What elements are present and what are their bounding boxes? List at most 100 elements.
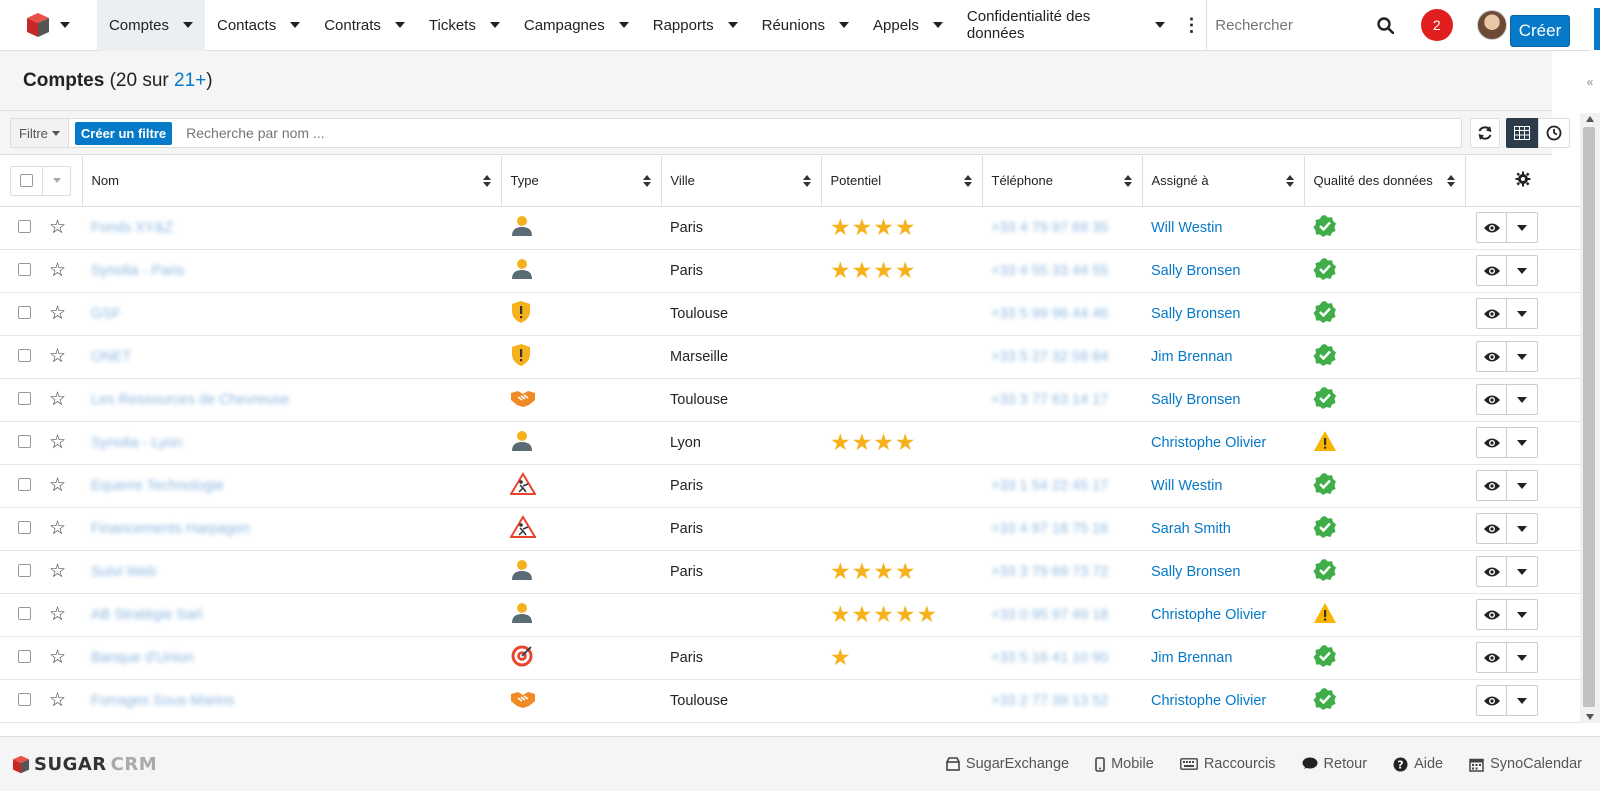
column-header-potentiel[interactable]: Potentiel — [821, 156, 983, 207]
scroll-up-icon[interactable] — [1586, 116, 1594, 122]
nav-item-confidentialite-des-donnees[interactable]: Confidentialité des données — [955, 0, 1177, 51]
create-button[interactable]: Créer — [1510, 15, 1570, 47]
list-scrollbar[interactable] — [1580, 113, 1600, 723]
column-header-ville[interactable]: Ville — [661, 156, 822, 207]
assigned-user-link[interactable]: Christophe Olivier — [1151, 607, 1266, 623]
favorite-star-icon[interactable]: ☆ — [49, 475, 66, 496]
column-settings-header[interactable] — [1465, 156, 1580, 207]
nav-item-campagnes[interactable]: Campagnes — [512, 0, 641, 51]
footer-link-retour[interactable]: Retour — [1302, 756, 1367, 772]
table-row[interactable]: ☆ Synolia - Lyon Lyon ★★★★ Christophe Olivie… — [0, 421, 1580, 465]
phone-link[interactable]: +33 3 77 63 14 17 — [991, 392, 1108, 408]
preview-button[interactable] — [1477, 256, 1507, 285]
nav-item-appels[interactable]: Appels — [861, 0, 955, 51]
phone-link[interactable]: +33 4 79 97 69 35 — [991, 220, 1108, 236]
account-name-link[interactable]: Forrages Sous-Marins — [91, 693, 234, 709]
row-select-checkbox[interactable] — [18, 263, 31, 276]
assigned-user-link[interactable]: Sally Bronsen — [1151, 392, 1240, 408]
footer-link-raccourcis[interactable]: Raccourcis — [1179, 756, 1276, 772]
column-header-telephone[interactable]: Téléphone — [982, 156, 1143, 207]
table-row[interactable]: ☆ Fonds XY&Z Paris ★★★★ +33 4 79 97 69 35 Wil… — [0, 206, 1580, 250]
column-header-nom[interactable]: Nom — [82, 156, 502, 207]
preview-button[interactable] — [1477, 557, 1507, 586]
table-row[interactable]: ☆ Synolia - Paris Paris ★★★★ +33 4 55 33 44 … — [0, 249, 1580, 293]
nav-item-tickets[interactable]: Tickets — [417, 0, 512, 51]
row-select-checkbox[interactable] — [18, 306, 31, 319]
favorite-star-icon[interactable]: ☆ — [49, 303, 66, 324]
collapse-sidebar-icon[interactable]: « — [1580, 51, 1600, 113]
preview-button[interactable] — [1477, 299, 1507, 328]
column-header-assigne-a[interactable]: Assigné à — [1142, 156, 1305, 207]
preview-button[interactable] — [1477, 428, 1507, 457]
row-select-checkbox[interactable] — [18, 607, 31, 620]
name-search-input[interactable] — [186, 125, 1087, 141]
favorite-star-icon[interactable]: ☆ — [49, 346, 66, 367]
row-actions-dropdown[interactable] — [1507, 514, 1537, 543]
phone-link[interactable]: +33 0 95 97 49 18 — [991, 607, 1108, 623]
row-select-checkbox[interactable] — [18, 693, 31, 706]
favorite-star-icon[interactable]: ☆ — [49, 561, 66, 582]
row-select-checkbox[interactable] — [18, 564, 31, 577]
row-select-checkbox[interactable] — [18, 392, 31, 405]
assigned-user-link[interactable]: Sally Bronsen — [1151, 263, 1240, 279]
table-row[interactable]: ☆ Banque d'Union Paris ★ +33 5 16 41 10 90 Ji… — [0, 636, 1580, 680]
account-name-link[interactable]: AB Stratégie Sarl — [91, 607, 202, 623]
phone-link[interactable]: +33 5 99 96 44 46 — [991, 306, 1108, 322]
scroll-down-icon[interactable] — [1586, 714, 1594, 720]
account-name-link[interactable]: Synolia - Paris — [91, 263, 184, 279]
phone-link[interactable]: +33 2 77 39 13 52 — [991, 693, 1108, 709]
table-row[interactable]: ☆ Suivi Web Paris ★★★★ +33 3 79 69 73 72 Sall… — [0, 550, 1580, 594]
phone-link[interactable]: +33 1 54 22 45 17 — [991, 478, 1108, 494]
favorite-star-icon[interactable]: ☆ — [49, 389, 66, 410]
favorite-star-icon[interactable]: ☆ — [49, 518, 66, 539]
row-select-checkbox[interactable] — [18, 650, 31, 663]
favorite-star-icon[interactable]: ☆ — [49, 432, 66, 453]
phone-link[interactable]: +33 5 16 41 10 90 — [991, 650, 1108, 666]
filter-dropdown[interactable]: Filtre — [11, 119, 69, 147]
row-actions-dropdown[interactable] — [1507, 600, 1537, 629]
assigned-user-link[interactable]: Jim Brennan — [1151, 650, 1232, 666]
account-name-link[interactable]: ONET — [91, 349, 131, 365]
table-row[interactable]: ☆ ONET Marseille +33 5 27 32 58 84 Jim Brenn… — [0, 335, 1580, 379]
row-actions-dropdown[interactable] — [1507, 471, 1537, 500]
activity-stream-toggle[interactable] — [1538, 118, 1570, 148]
table-row[interactable]: ☆ Forrages Sous-Marins Toulouse +33 2 77 39… — [0, 679, 1580, 723]
preview-button[interactable] — [1477, 643, 1507, 672]
account-name-link[interactable]: Financements Harpagon — [91, 521, 250, 537]
select-all-checkbox[interactable] — [20, 174, 33, 188]
favorite-star-icon[interactable]: ☆ — [49, 217, 66, 238]
nav-item-reunions[interactable]: Réunions — [750, 0, 861, 51]
account-name-link[interactable]: Synolia - Lyon — [91, 435, 182, 451]
column-header-type[interactable]: Type — [501, 156, 662, 207]
refresh-button[interactable] — [1470, 118, 1500, 148]
preview-button[interactable] — [1477, 686, 1507, 715]
row-select-checkbox[interactable] — [18, 521, 31, 534]
nav-item-contrats[interactable]: Contrats — [312, 0, 417, 51]
footer-link-synocalendar[interactable]: SynoCalendar — [1469, 756, 1582, 772]
footer-link-sugarexchange[interactable]: SugarExchange — [946, 756, 1069, 772]
notifications-badge[interactable]: 2 — [1420, 9, 1453, 41]
footer-link-mobile[interactable]: Mobile — [1095, 756, 1154, 772]
phone-link[interactable]: +33 3 79 69 73 72 — [991, 564, 1108, 580]
assigned-user-link[interactable]: Sally Bronsen — [1151, 564, 1240, 580]
row-select-checkbox[interactable] — [18, 435, 31, 448]
account-name-link[interactable]: GSF — [91, 306, 121, 322]
nav-item-comptes[interactable]: Comptes — [96, 0, 205, 51]
record-count-more-link[interactable]: 21+ — [174, 70, 206, 91]
account-name-link[interactable]: Les Ressources de Chevreuse — [91, 392, 289, 408]
account-name-link[interactable]: Equerre Technologie — [91, 478, 224, 494]
list-view-toggle[interactable] — [1506, 118, 1538, 148]
preview-button[interactable] — [1477, 213, 1507, 242]
phone-link[interactable]: +33 4 97 18 75 16 — [991, 521, 1108, 537]
column-header-qualite-des-donnees[interactable]: Qualité des données — [1304, 156, 1466, 207]
account-name-link[interactable]: Banque d'Union — [91, 650, 194, 666]
nav-item-rapports[interactable]: Rapports — [641, 0, 750, 51]
phone-link[interactable]: +33 4 55 33 44 55 — [991, 263, 1108, 279]
row-actions-dropdown[interactable] — [1507, 428, 1537, 457]
preview-button[interactable] — [1477, 514, 1507, 543]
row-actions-dropdown[interactable] — [1507, 342, 1537, 371]
favorite-star-icon[interactable]: ☆ — [49, 690, 66, 711]
row-select-checkbox[interactable] — [18, 220, 31, 233]
more-modules-icon[interactable]: ⋮ — [1177, 0, 1207, 51]
assigned-user-link[interactable]: Jim Brennan — [1151, 349, 1232, 365]
